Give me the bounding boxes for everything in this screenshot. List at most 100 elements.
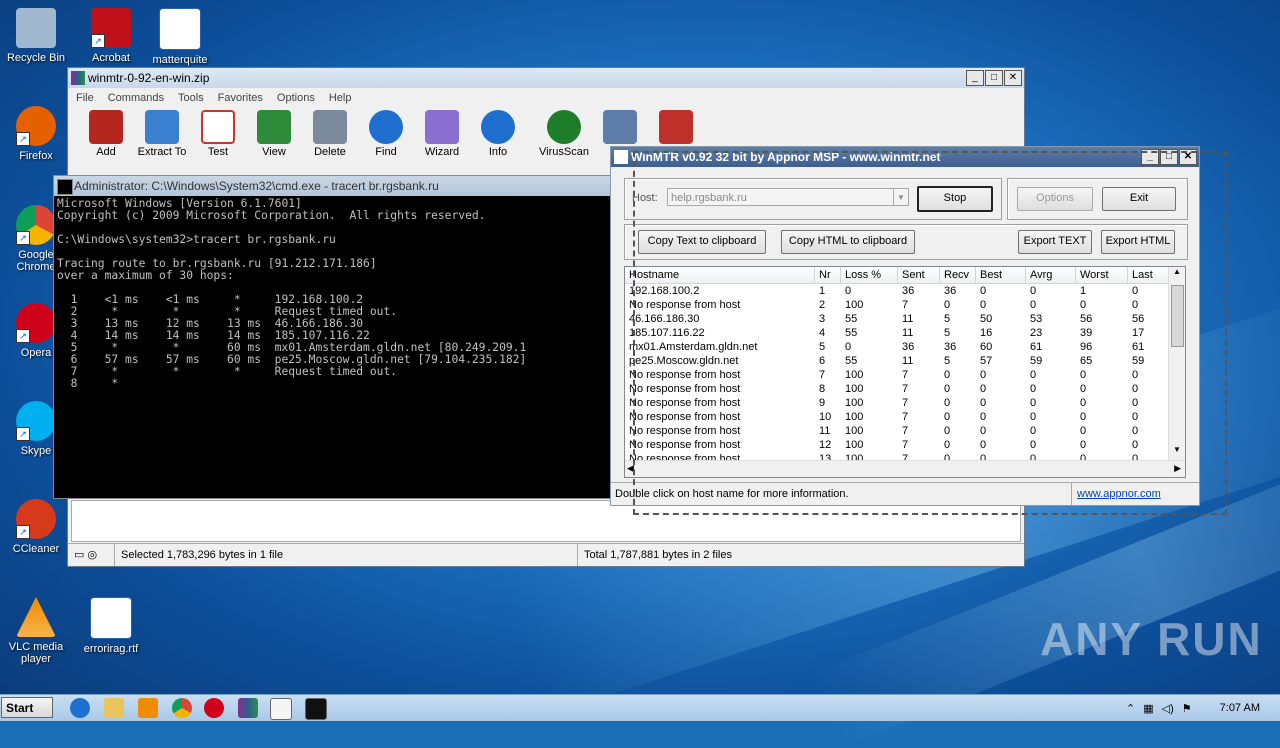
table-row[interactable]: No response from host 2 100 7 0 0 0 0 0: [625, 298, 1185, 312]
stop-button[interactable]: Stop: [917, 186, 993, 212]
scroll-thumb[interactable]: [1171, 285, 1184, 347]
show-hidden-icons-icon[interactable]: ⌃: [1126, 702, 1135, 715]
maximize-button[interactable]: □: [1160, 149, 1178, 165]
opera-taskbar-icon[interactable]: [204, 698, 224, 718]
column-header-sent[interactable]: Sent: [898, 267, 940, 283]
test-button[interactable]: Test: [190, 108, 246, 166]
column-header-hostname[interactable]: Hostname: [625, 267, 815, 283]
options-button[interactable]: Options: [1017, 187, 1093, 211]
acrobat-shortcut-icon[interactable]: ↗ Acrobat: [76, 8, 146, 64]
cell-best: 16: [980, 327, 993, 339]
copy-text-button[interactable]: Copy Text to clipboard: [638, 230, 766, 254]
clock[interactable]: 7:07 AM: [1220, 702, 1260, 714]
media-player-icon[interactable]: [138, 698, 158, 718]
column-header-avrg[interactable]: Avrg: [1026, 267, 1076, 283]
minimize-button[interactable]: _: [1141, 149, 1159, 165]
chevron-down-icon[interactable]: ▼: [893, 189, 908, 205]
cell-sent: 11: [902, 355, 914, 367]
table-row[interactable]: No response from host 9 100 7 0 0 0 0 0: [625, 396, 1185, 410]
table-row[interactable]: No response from host 8 100 7 0 0 0 0 0: [625, 382, 1185, 396]
cell-worst: 1: [1080, 285, 1087, 297]
table-row[interactable]: No response from host 12 100 7 0 0 0 0 0: [625, 438, 1185, 452]
column-header-best[interactable]: Best: [976, 267, 1026, 283]
comment-icon: [603, 110, 637, 144]
close-button[interactable]: ✕: [1179, 149, 1197, 165]
cmd-window[interactable]: Administrator: C:\Windows\System32\cmd.e…: [53, 175, 612, 499]
results-table[interactable]: Hostname Nr Loss % Sent Recv Best Avrg W…: [624, 266, 1186, 478]
column-header-worst[interactable]: Worst: [1076, 267, 1128, 283]
vertical-scrollbar[interactable]: ▲ ▼: [1168, 267, 1185, 461]
column-header-loss[interactable]: Loss %: [841, 267, 898, 283]
find-button[interactable]: Find: [358, 108, 414, 166]
table-row[interactable]: No response from host 11 100 7 0 0 0 0 0: [625, 424, 1185, 438]
start-button[interactable]: Start: [1, 697, 53, 718]
exit-button[interactable]: Exit: [1102, 187, 1176, 211]
explorer-folder-icon[interactable]: [104, 698, 124, 718]
chrome-taskbar-icon[interactable]: [172, 698, 192, 718]
cmd-titlebar[interactable]: Administrator: C:\Windows\System32\cmd.e…: [54, 176, 611, 196]
column-header-nr[interactable]: Nr: [815, 267, 841, 283]
table-row[interactable]: No response from host 7 100 7 0 0 0 0 0: [625, 368, 1185, 382]
volume-icon[interactable]: ◁): [1162, 702, 1174, 715]
extract-to-button[interactable]: Extract To: [134, 108, 190, 166]
host-combobox[interactable]: help.rgsbank.ru ▼: [667, 188, 909, 206]
network-icon[interactable]: ▦: [1143, 702, 1153, 715]
table-row[interactable]: No response from host 10 100 7 0 0 0 0 0: [625, 410, 1185, 424]
winmtr-taskbar-icon[interactable]: [270, 698, 292, 720]
scroll-left-icon[interactable]: ◀: [627, 463, 634, 474]
menu-tools[interactable]: Tools: [178, 88, 204, 108]
cell-hostname: 46.166.186.30: [629, 313, 700, 325]
cell-recv: 5: [944, 327, 951, 339]
scroll-up-icon[interactable]: ▲: [1169, 267, 1185, 283]
info-button[interactable]: Info: [470, 108, 526, 166]
minimize-button[interactable]: _: [966, 70, 984, 86]
file-list-area[interactable]: [71, 500, 1021, 542]
view-button[interactable]: View: [246, 108, 302, 166]
copy-html-button[interactable]: Copy HTML to clipboard: [781, 230, 915, 254]
delete-button[interactable]: Delete: [302, 108, 358, 166]
column-header-recv[interactable]: Recv: [940, 267, 976, 283]
add-button[interactable]: Add: [78, 108, 134, 166]
flag-icon[interactable]: ⚑: [1182, 702, 1192, 715]
table-row[interactable]: pe25.Moscow.gldn.net 6 55 11 5 57 59 65 59: [625, 354, 1185, 368]
scroll-right-icon[interactable]: ▶: [1174, 463, 1181, 474]
scroll-down-icon[interactable]: ▼: [1169, 445, 1185, 461]
cell-worst: 0: [1080, 439, 1087, 451]
menu-favorites[interactable]: Favorites: [218, 88, 263, 108]
appnor-link[interactable]: www.appnor.com: [1077, 483, 1161, 505]
table-row[interactable]: 192.168.100.2 1 0 36 36 0 0 1 0: [625, 284, 1185, 298]
menu-help[interactable]: Help: [329, 88, 352, 108]
export-html-button[interactable]: Export HTML: [1101, 230, 1175, 254]
winmtr-titlebar[interactable]: WinMTR v0.92 32 bit by Appnor MSP - www.…: [611, 147, 1199, 167]
table-row[interactable]: mx01.Amsterdam.gldn.net 5 0 36 36 60 61 96 61: [625, 340, 1185, 354]
maximize-button[interactable]: □: [985, 70, 1003, 86]
winrar-titlebar[interactable]: winmtr-0-92-en-win.zip _ □ ✕: [68, 68, 1024, 88]
word-document-icon[interactable]: matterquite: [145, 8, 215, 66]
menu-commands[interactable]: Commands: [108, 88, 164, 108]
internet-explorer-icon[interactable]: [70, 698, 90, 718]
virusscan-button[interactable]: VirusScan: [536, 108, 592, 166]
table-row[interactable]: 46.166.186.30 3 55 11 5 50 53 56 56: [625, 312, 1185, 326]
cell-loss: 100: [845, 425, 864, 437]
firefox-icon[interactable]: ↗ Firefox: [1, 106, 71, 162]
horizontal-scrollbar[interactable]: ◀ ▶: [625, 460, 1185, 477]
column-header-last[interactable]: Last: [1128, 267, 1169, 283]
cell-loss: 55: [845, 327, 858, 339]
export-text-button[interactable]: Export TEXT: [1018, 230, 1092, 254]
winmtr-window[interactable]: WinMTR v0.92 32 bit by Appnor MSP - www.…: [610, 146, 1200, 506]
winrar-taskbar-icon[interactable]: [238, 698, 258, 718]
rtf-document-icon[interactable]: errorirag.rtf: [76, 597, 146, 655]
menu-file[interactable]: File: [76, 88, 94, 108]
vlc-icon[interactable]: VLC media player: [1, 597, 71, 665]
console-output[interactable]: Microsoft Windows [Version 6.1.7601] Cop…: [54, 196, 611, 392]
menu-options[interactable]: Options: [277, 88, 315, 108]
host-label: Host:: [632, 192, 658, 204]
cell-last: 0: [1132, 411, 1139, 423]
recycle-bin-icon[interactable]: Recycle Bin: [1, 8, 71, 64]
wizard-button[interactable]: Wizard: [414, 108, 470, 166]
ccleaner-icon[interactable]: ↗ CCleaner: [1, 499, 71, 555]
close-button[interactable]: ✕: [1004, 70, 1022, 86]
cmd-taskbar-icon[interactable]: [305, 698, 327, 720]
table-row[interactable]: 185.107.116.22 4 55 11 5 16 23 39 17: [625, 326, 1185, 340]
cell-best: 0: [980, 299, 987, 311]
